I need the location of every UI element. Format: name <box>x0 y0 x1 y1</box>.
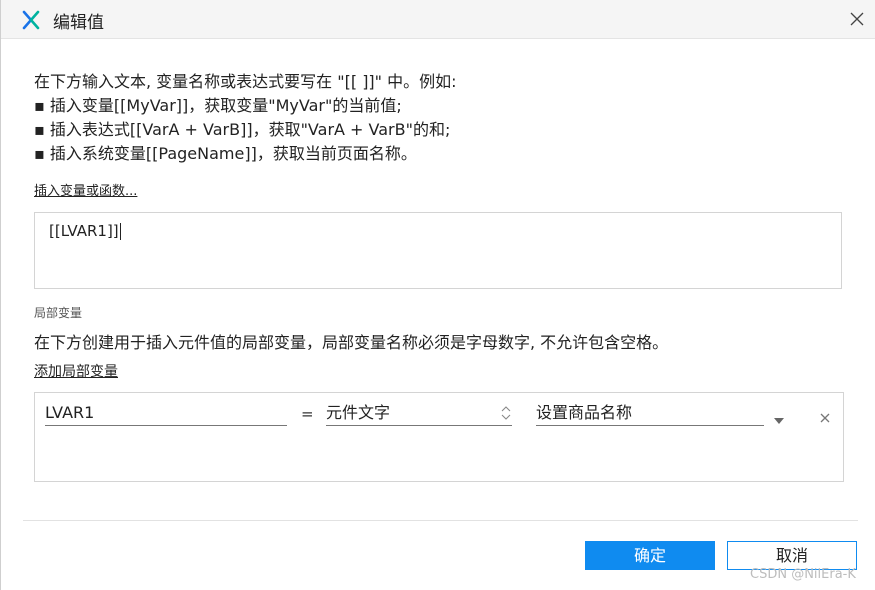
text-caret <box>119 223 121 240</box>
variable-type-value: 元件文字 <box>326 403 391 422</box>
axure-x-logo-icon <box>21 10 41 30</box>
variable-type-select[interactable]: 元件文字 <box>326 400 512 426</box>
title-bar: 编辑值 <box>1 0 875 39</box>
target-widget-value: 设置商品名称 <box>536 403 633 422</box>
equals-sign: = <box>301 405 314 423</box>
variable-name-input[interactable]: LVAR1 <box>45 400 287 426</box>
edit-value-dialog: 编辑值 在下方输入文本, 变量名称或表达式要写在 "[[ ]]" 中。例如: ▪… <box>0 0 875 590</box>
instruction-line: ▪ 插入变量[[MyVar]]，获取变量"MyVar"的当前值; <box>34 96 402 115</box>
variable-name-value: LVAR1 <box>45 403 95 422</box>
local-variable-list: LVAR1 = 元件文字 设置商品名称 <box>34 392 844 482</box>
expression-value: [[LVAR1]] <box>49 222 119 240</box>
instruction-line: 在下方输入文本, 变量名称或表达式要写在 "[[ ]]" 中。例如: <box>34 72 457 91</box>
local-variables-heading: 局部变量 <box>34 306 83 320</box>
dialog-title: 编辑值 <box>53 13 104 33</box>
cancel-button[interactable]: 取消 <box>727 541 857 570</box>
dropdown-arrow-icon[interactable] <box>773 410 785 424</box>
instruction-line: ▪ 插入表达式[[VarA + VarB]]，获取"VarA + VarB"的和… <box>34 120 451 139</box>
target-widget-select[interactable]: 设置商品名称 <box>536 400 764 426</box>
insert-variable-link[interactable]: 插入变量或函数... <box>34 180 137 199</box>
remove-variable-icon[interactable] <box>820 408 830 423</box>
updown-chevron-icon <box>500 404 512 422</box>
expression-text-wrap: [[LVAR1]] <box>49 222 121 240</box>
add-local-variable-link[interactable]: 添加局部变量 <box>34 361 118 381</box>
expression-textarea[interactable]: [[LVAR1]] <box>34 212 842 289</box>
instruction-line: ▪ 插入系统变量[[PageName]]，获取当前页面名称。 <box>34 144 417 163</box>
watermark: CSDN @NilEra-K <box>750 567 856 582</box>
local-variables-description: 在下方创建用于插入元件值的局部变量，局部变量名称必须是字母数字, 不允许包含空格… <box>34 333 669 352</box>
instructions: 在下方输入文本, 变量名称或表达式要写在 "[[ ]]" 中。例如: ▪ 插入变… <box>34 70 834 166</box>
footer-divider <box>23 520 858 521</box>
ok-button[interactable]: 确定 <box>585 541 715 570</box>
close-icon[interactable] <box>847 9 867 29</box>
